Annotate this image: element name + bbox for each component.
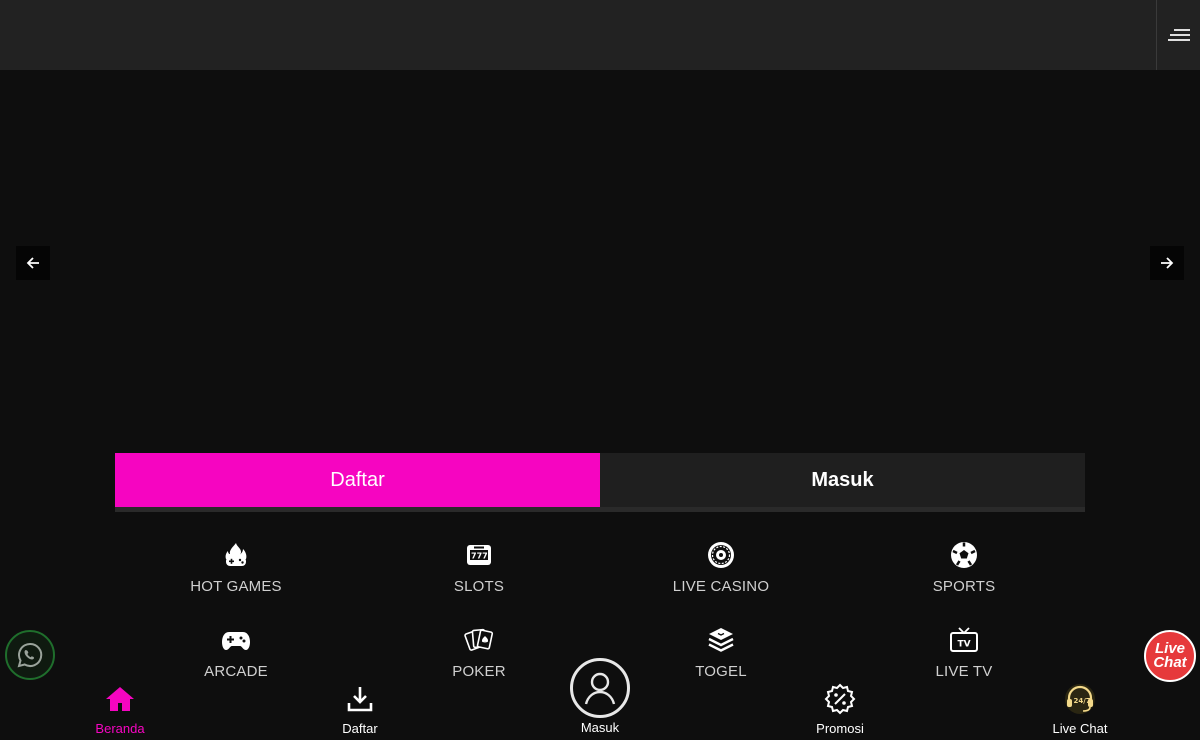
category-live-casino[interactable]: LIVE CASINO <box>641 540 801 610</box>
download-icon <box>343 684 377 714</box>
svg-text:TV: TV <box>958 640 971 650</box>
svg-text:777: 777 <box>471 552 488 561</box>
category-label: HOT GAMES <box>190 578 282 595</box>
hamburger-menu-icon <box>1167 29 1190 41</box>
category-togel[interactable]: TOGEL <box>641 625 801 695</box>
tv-icon: TV <box>949 625 979 655</box>
arrow-left-icon <box>26 257 39 269</box>
category-label: SPORTS <box>932 578 996 595</box>
nav-label: Promosi <box>816 721 864 736</box>
nav-label: Daftar <box>342 721 378 736</box>
register-button[interactable]: Daftar <box>115 453 600 507</box>
auth-tabs: Daftar Masuk <box>115 453 1085 512</box>
category-poker[interactable]: POKER <box>399 625 559 695</box>
svg-text:24/7: 24/7 <box>1074 697 1091 705</box>
whatsapp-button[interactable] <box>5 630 55 680</box>
category-label: POKER <box>452 663 506 680</box>
livechat-float-button[interactable]: Live Chat <box>1144 630 1196 682</box>
category-label: SLOTS <box>453 578 505 595</box>
category-label: LIVE TV <box>935 663 993 680</box>
user-icon <box>584 672 616 705</box>
nav-beranda[interactable]: Beranda <box>60 684 180 740</box>
category-label: ARCADE <box>204 663 268 680</box>
gamepad-icon <box>221 625 251 655</box>
livechat-float-label: Live Chat <box>1153 640 1187 671</box>
flame-gamepad-icon <box>221 540 251 570</box>
soccer-ball-icon <box>949 540 979 570</box>
category-sports[interactable]: SPORTS <box>884 540 1044 610</box>
arrow-right-icon <box>1161 257 1174 269</box>
layers-icon <box>706 625 736 655</box>
category-arcade[interactable]: ARCADE <box>156 625 316 695</box>
carousel-next-button[interactable] <box>1150 246 1184 280</box>
nav-label: Beranda <box>95 721 145 736</box>
nav-live-chat[interactable]: 24/7 Live Chat <box>1020 684 1140 740</box>
roulette-icon <box>706 540 736 570</box>
category-label: TOGEL <box>695 663 747 680</box>
discount-badge-icon <box>823 683 857 715</box>
nav-daftar[interactable]: Daftar <box>300 684 420 740</box>
category-label: LIVE CASINO <box>672 578 770 595</box>
playing-cards-icon <box>464 625 494 655</box>
hamburger-menu-button[interactable] <box>1157 0 1200 70</box>
login-button[interactable]: Masuk <box>600 453 1085 507</box>
nav-masuk[interactable] <box>570 658 630 718</box>
nav-label: Live Chat <box>1052 721 1108 736</box>
category-slots[interactable]: 777 SLOTS <box>399 540 559 610</box>
category-hot-games[interactable]: HOT GAMES <box>156 540 316 610</box>
headset-24-7-icon: 24/7 <box>1063 684 1097 714</box>
nav-promosi[interactable]: Promosi <box>780 683 900 740</box>
carousel-prev-button[interactable] <box>16 246 50 280</box>
slot-machine-icon: 777 <box>464 540 494 570</box>
home-icon <box>103 684 137 714</box>
nav-label[interactable]: Masuk <box>540 720 660 735</box>
banner-carousel <box>0 70 1200 453</box>
top-header <box>0 0 1200 70</box>
whatsapp-icon <box>17 642 43 668</box>
